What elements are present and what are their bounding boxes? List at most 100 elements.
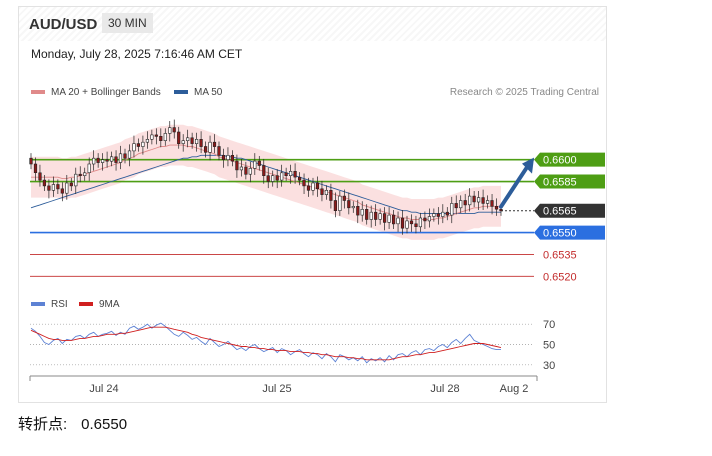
x-tick-label: Jul 25 (262, 383, 291, 395)
legend-ma20-label: MA 20 + Bollinger Bands (51, 87, 161, 98)
candle-body (96, 157, 100, 163)
candle-body (432, 213, 436, 217)
candle-body (29, 157, 33, 165)
rsi-tick-70: 70 (543, 319, 555, 331)
level-label-0.6565: 0.6565 (543, 206, 577, 218)
candle-body (266, 175, 270, 182)
candle-body (51, 184, 55, 191)
legend-ma50-swatch (174, 90, 188, 94)
candle-body (472, 195, 476, 203)
candle-body (476, 197, 481, 203)
candle-body (230, 155, 235, 162)
candle-body (463, 200, 467, 206)
candle-body (33, 163, 38, 173)
candle-body (132, 143, 136, 152)
level-label-0.6550: 0.6550 (543, 228, 577, 240)
legend-rsi-label: RSI (51, 299, 68, 310)
candle-body (239, 166, 244, 171)
candle-body (365, 209, 369, 220)
candle-body (163, 133, 167, 142)
candle-body (324, 190, 329, 196)
candle-body (490, 200, 494, 207)
candle-body (74, 173, 78, 187)
candle-body (208, 141, 212, 153)
x-tick-label: Jul 28 (430, 383, 459, 395)
legend-9ma-swatch (79, 302, 93, 306)
candle-body (47, 185, 51, 191)
candle-body (485, 200, 490, 204)
level-label-0.6600: 0.6600 (543, 155, 577, 167)
candle-body (69, 182, 73, 187)
x-tick-label: Aug 2 (500, 383, 529, 395)
candle-body (159, 136, 163, 142)
candle-body (311, 182, 315, 191)
candle-body (284, 172, 288, 177)
candle-body (459, 200, 463, 209)
candle-body (204, 146, 208, 153)
candle-body (333, 200, 338, 211)
candle-body (297, 176, 302, 181)
candle-body (329, 190, 333, 201)
candle-body (83, 172, 87, 177)
candle-body (101, 159, 105, 163)
rsi-series-RSI (30, 322, 501, 364)
candle-body (468, 195, 472, 206)
candle-body (168, 127, 172, 134)
candle-body (136, 143, 140, 147)
pivot-value: 0.6550 (81, 416, 128, 433)
candle-body (436, 213, 440, 217)
candle-body (275, 175, 279, 181)
projection-arrow-shaft (499, 163, 530, 209)
rsi-tick-30: 30 (543, 360, 555, 372)
candle-body (42, 179, 47, 187)
candle-body (280, 172, 284, 181)
candle-body (226, 155, 230, 161)
candle-body (78, 173, 82, 176)
candle-body (145, 139, 149, 143)
candle-body (92, 157, 96, 165)
candle-body (427, 216, 432, 222)
candle-body (248, 168, 252, 175)
level-label-0.6520: 0.6520 (543, 271, 577, 283)
pivot-point: 转折点: 0.6550 (18, 413, 141, 434)
legend-9ma-label: 9MA (99, 299, 120, 310)
candle-body (271, 175, 275, 182)
x-tick-label: Jul 24 (89, 383, 118, 395)
candle-body (342, 195, 346, 201)
legend-ma20-swatch (31, 90, 45, 94)
candle-body (454, 203, 458, 209)
level-label-0.6535: 0.6535 (543, 249, 577, 261)
candle-body (177, 131, 181, 144)
candle-body (414, 223, 418, 228)
candle-body (217, 146, 221, 156)
candle-body (494, 206, 499, 210)
candle-body (186, 137, 190, 142)
candle-body (450, 203, 454, 216)
candle-body (396, 217, 400, 225)
candle-body (288, 171, 293, 177)
price-chart: MA 20 + Bollinger Bands MA 50 Research © 2… (29, 87, 605, 395)
candle-body (369, 211, 373, 220)
candle-body (423, 217, 427, 222)
candle-body (244, 166, 248, 175)
candle-body (306, 185, 311, 191)
candle-body (387, 214, 391, 223)
candle-body (154, 134, 158, 137)
candle-body (190, 137, 194, 144)
legend-ma50-label: MA 50 (194, 87, 223, 98)
candle-body (347, 200, 351, 209)
candle-body (118, 153, 123, 163)
candle-body (499, 209, 503, 212)
rsi-tick-50: 50 (543, 340, 555, 352)
candle-body (172, 127, 176, 133)
candle-body (123, 153, 127, 159)
candle-body (195, 139, 199, 145)
candle-body (360, 209, 364, 216)
candle-body (378, 213, 382, 220)
candle-body (302, 179, 306, 187)
candle-body (253, 160, 257, 169)
candle-body (293, 171, 297, 178)
legend-rsi-swatch (31, 302, 45, 306)
candle-body (418, 217, 423, 228)
candle-body (445, 211, 449, 216)
